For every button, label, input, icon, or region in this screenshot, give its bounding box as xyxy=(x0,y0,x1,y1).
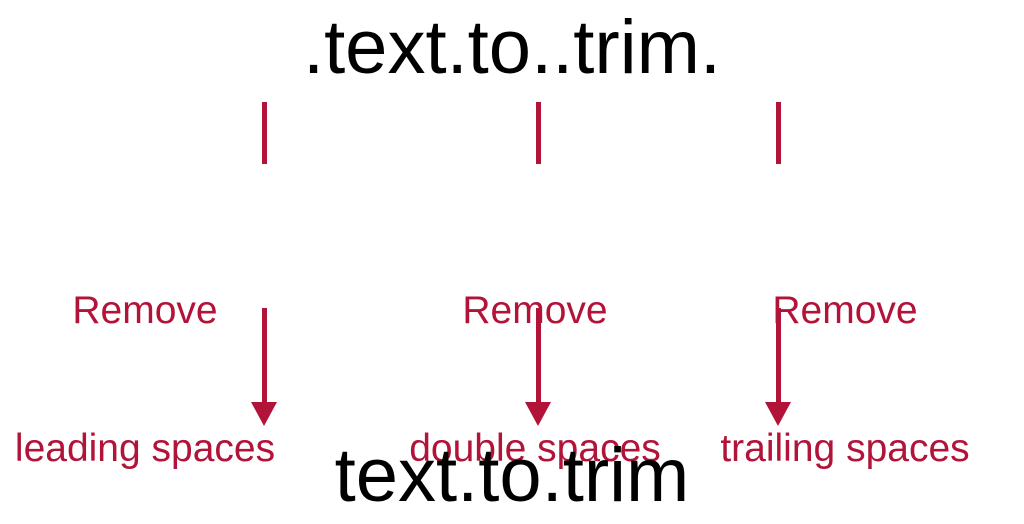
arrow-shaft-leading xyxy=(262,308,267,404)
arrow-head-icon xyxy=(251,402,277,426)
label-line: Remove xyxy=(0,288,290,334)
diagram-canvas: .text.to..trim. Remove leading spaces Re… xyxy=(0,0,1024,524)
arrow-head-icon xyxy=(765,402,791,426)
connector-line-leading xyxy=(262,102,267,164)
output-string: text.to.trim xyxy=(0,438,1024,514)
arrow-shaft-double xyxy=(536,308,541,404)
label-line: Remove xyxy=(680,288,1010,334)
connector-line-trailing xyxy=(776,102,781,164)
connector-line-double xyxy=(536,102,541,164)
input-string: .text.to..trim. xyxy=(0,10,1024,86)
arrow-shaft-trailing xyxy=(776,308,781,404)
arrow-head-icon xyxy=(525,402,551,426)
label-line: Remove xyxy=(370,288,700,334)
